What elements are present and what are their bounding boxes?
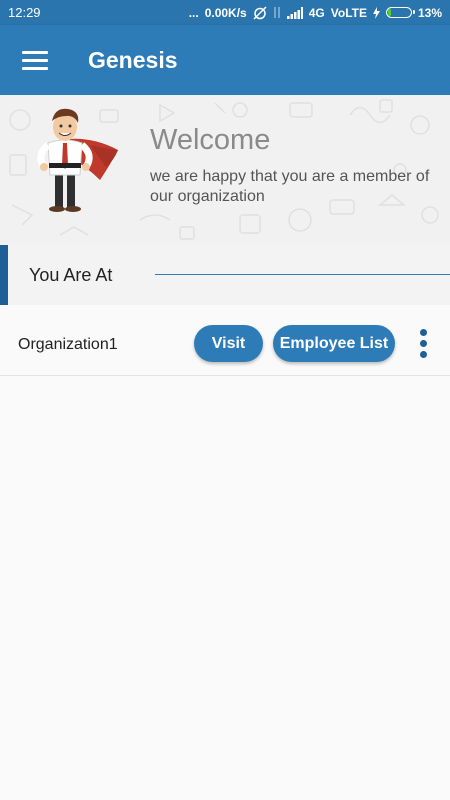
section-divider-line: [155, 274, 450, 275]
status-icons: ... 0.00K/s 4G VoLTE 13%: [189, 6, 442, 20]
status-dots: ...: [188, 5, 199, 20]
alarm-off-icon: [253, 5, 267, 20]
data-transfer-icon: [273, 6, 281, 19]
welcome-message: we are happy that you are a member of ou…: [150, 168, 430, 205]
battery-percent: 13%: [417, 5, 442, 20]
hamburger-menu-icon[interactable]: [22, 46, 48, 75]
app-title: Genesis: [88, 46, 178, 73]
location-section-header: You Are At: [0, 245, 450, 305]
battery-icon: [385, 7, 415, 18]
network-speed: 0.00K/s: [204, 5, 247, 20]
welcome-banner: Welcome we are happy that you are a memb…: [0, 95, 450, 245]
status-bar: 12:29 ... 0.00K/s 4G VoLTE 13%: [0, 0, 450, 25]
app-bar: Genesis: [0, 25, 450, 95]
organization-name: Organization1: [18, 336, 118, 353]
section-label: You Are At: [29, 265, 113, 285]
volte-label: VoLTE: [330, 5, 367, 20]
battery-level: [387, 9, 391, 16]
charging-icon: [372, 6, 380, 19]
employee-list-button[interactable]: Employee List: [273, 325, 395, 362]
visit-button[interactable]: Visit: [194, 325, 263, 362]
network-type: 4G: [308, 5, 325, 20]
organization-row: Organization1 Visit Employee List: [0, 305, 450, 376]
welcome-title: Welcome: [150, 124, 271, 156]
section-accent-bar: [0, 245, 8, 305]
businessman-mascot-image: [37, 108, 118, 212]
more-options-icon[interactable]: [417, 329, 429, 369]
signal-icon: [286, 6, 303, 19]
status-time: 12:29: [8, 5, 41, 20]
